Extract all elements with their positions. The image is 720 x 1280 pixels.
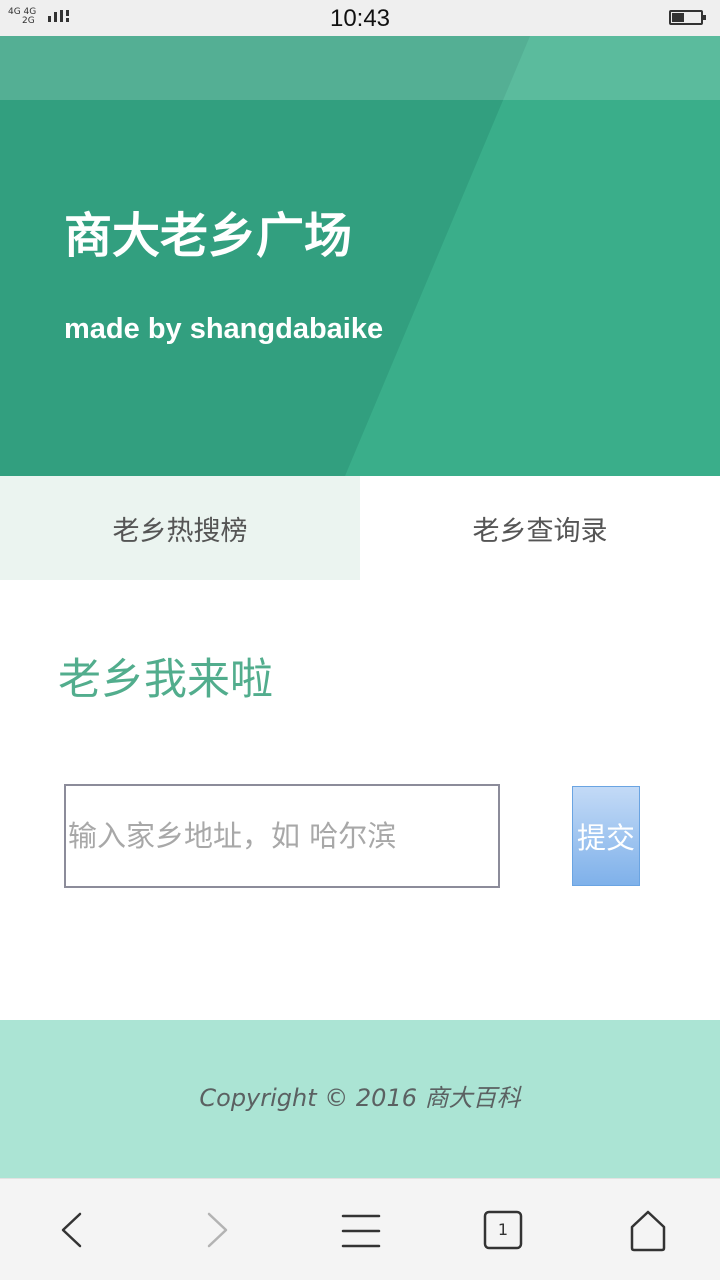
status-time: 10:43 (329, 5, 391, 32)
page-subtitle: made by shangdabaike (64, 313, 384, 345)
menu-icon (341, 1214, 381, 1248)
forward-icon (207, 1212, 228, 1248)
browser-navigation: 1 (0, 1178, 720, 1280)
hometown-input[interactable] (64, 784, 500, 888)
tab-lookup[interactable]: 老乡查询录 (360, 476, 720, 580)
tabs-button[interactable]: 1 (453, 1179, 553, 1280)
copyright-text: Copyright © 2016 商大百科 (199, 1084, 521, 1112)
home-icon (630, 1210, 666, 1252)
back-icon (61, 1212, 82, 1248)
battery-icon (669, 10, 706, 25)
forward-button[interactable] (167, 1179, 267, 1280)
submit-button[interactable]: 提交 (572, 786, 640, 886)
menu-button[interactable] (311, 1179, 411, 1280)
tab-hot-search[interactable]: 老乡热搜榜 (0, 476, 360, 580)
tab-bar: 老乡热搜榜 老乡查询录 (0, 476, 720, 580)
footer: Copyright © 2016 商大百科 (0, 1020, 720, 1178)
section-heading: 老乡我来啦 (58, 655, 273, 705)
back-button[interactable] (22, 1179, 122, 1280)
home-button[interactable] (598, 1179, 698, 1280)
hero-banner: 商大老乡广场 made by shangdabaike (0, 36, 720, 476)
status-bar: 4G 4G 2G 10:43 (0, 0, 720, 36)
page-title: 商大老乡广场 (64, 208, 353, 264)
tab-count: 1 (497, 1220, 509, 1239)
battery-level (672, 13, 684, 22)
